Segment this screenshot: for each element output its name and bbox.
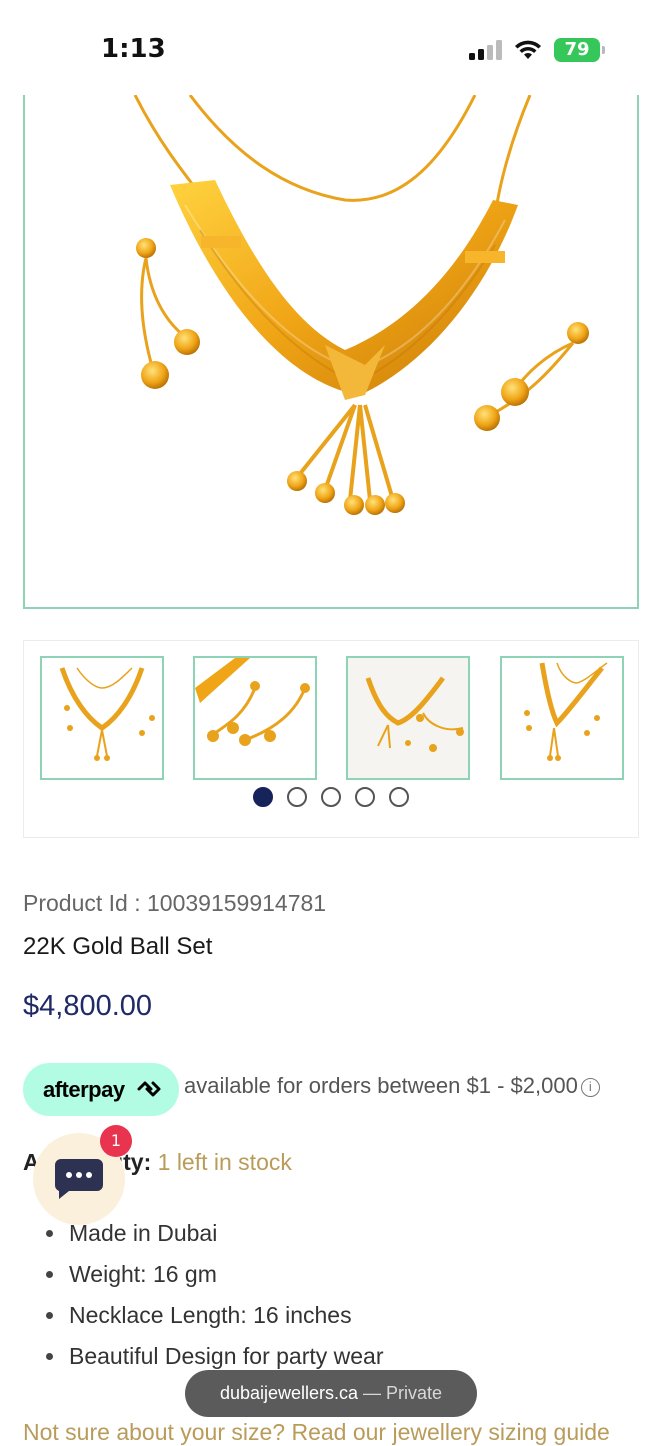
thumbnail-image — [524, 662, 608, 761]
thumbnail-1[interactable] — [40, 656, 164, 780]
list-item: Weight: 16 gm — [23, 1259, 384, 1300]
wifi-icon — [515, 40, 541, 59]
url-domain: dubaijewellers.ca — [219, 1383, 359, 1403]
thumbnail-4[interactable] — [500, 656, 624, 780]
sizing-guide-link[interactable]: Not sure about your size? Read our jewel… — [23, 1419, 610, 1446]
status-time: 1:13 — [101, 34, 166, 64]
thumbnail-image — [59, 667, 155, 761]
carousel-dot-1[interactable] — [253, 787, 273, 807]
afterpay-logo-text: afterpay — [43, 1077, 125, 1102]
thumbnail-2[interactable] — [193, 656, 317, 780]
thumbnail-image — [365, 676, 464, 752]
product-main-image[interactable] — [23, 95, 639, 609]
stock-status: 1 left in stock — [157, 1149, 292, 1175]
carousel-dot-2[interactable] — [287, 787, 307, 807]
private-mode-label: — Private — [358, 1383, 443, 1403]
afterpay-info: available for orders between $1 - $2,000… — [184, 1073, 600, 1099]
product-name: 22K Gold Ball Set — [23, 933, 213, 960]
info-icon[interactable]: i — [580, 1077, 600, 1097]
cellular-signal-icon — [469, 40, 502, 60]
carousel-dot-5[interactable] — [389, 787, 409, 807]
carousel-dot-3[interactable] — [321, 787, 341, 807]
necklace-image — [133, 95, 589, 515]
chat-notification-badge: 1 — [100, 1125, 132, 1157]
afterpay-message: available for orders between $1 - $2,000 — [184, 1073, 578, 1098]
product-specs-list: Made in Dubai Weight: 16 gm Necklace Len… — [23, 1218, 384, 1382]
battery-level: 79 — [564, 39, 590, 60]
thumbnail-image — [195, 658, 310, 746]
afterpay-logo-icon — [137, 1081, 161, 1097]
chat-icon — [54, 1159, 103, 1199]
thumbnail-3[interactable] — [346, 656, 470, 780]
thumbnail-carousel — [23, 640, 639, 838]
list-item: Made in Dubai — [23, 1218, 384, 1259]
product-price: $4,800.00 — [23, 990, 153, 1022]
list-item: Necklace Length: 16 inches — [23, 1300, 384, 1341]
carousel-dot-4[interactable] — [355, 787, 375, 807]
battery-icon: 79 — [554, 38, 605, 62]
product-id: Product Id : 10039159914781 — [23, 890, 327, 916]
carousel-pagination — [24, 787, 638, 809]
afterpay-badge[interactable]: afterpay — [23, 1063, 179, 1116]
status-bar: 1:13 79 — [0, 0, 662, 95]
browser-url-bar[interactable]: dubaijewellers.ca — Private — [185, 1370, 477, 1417]
